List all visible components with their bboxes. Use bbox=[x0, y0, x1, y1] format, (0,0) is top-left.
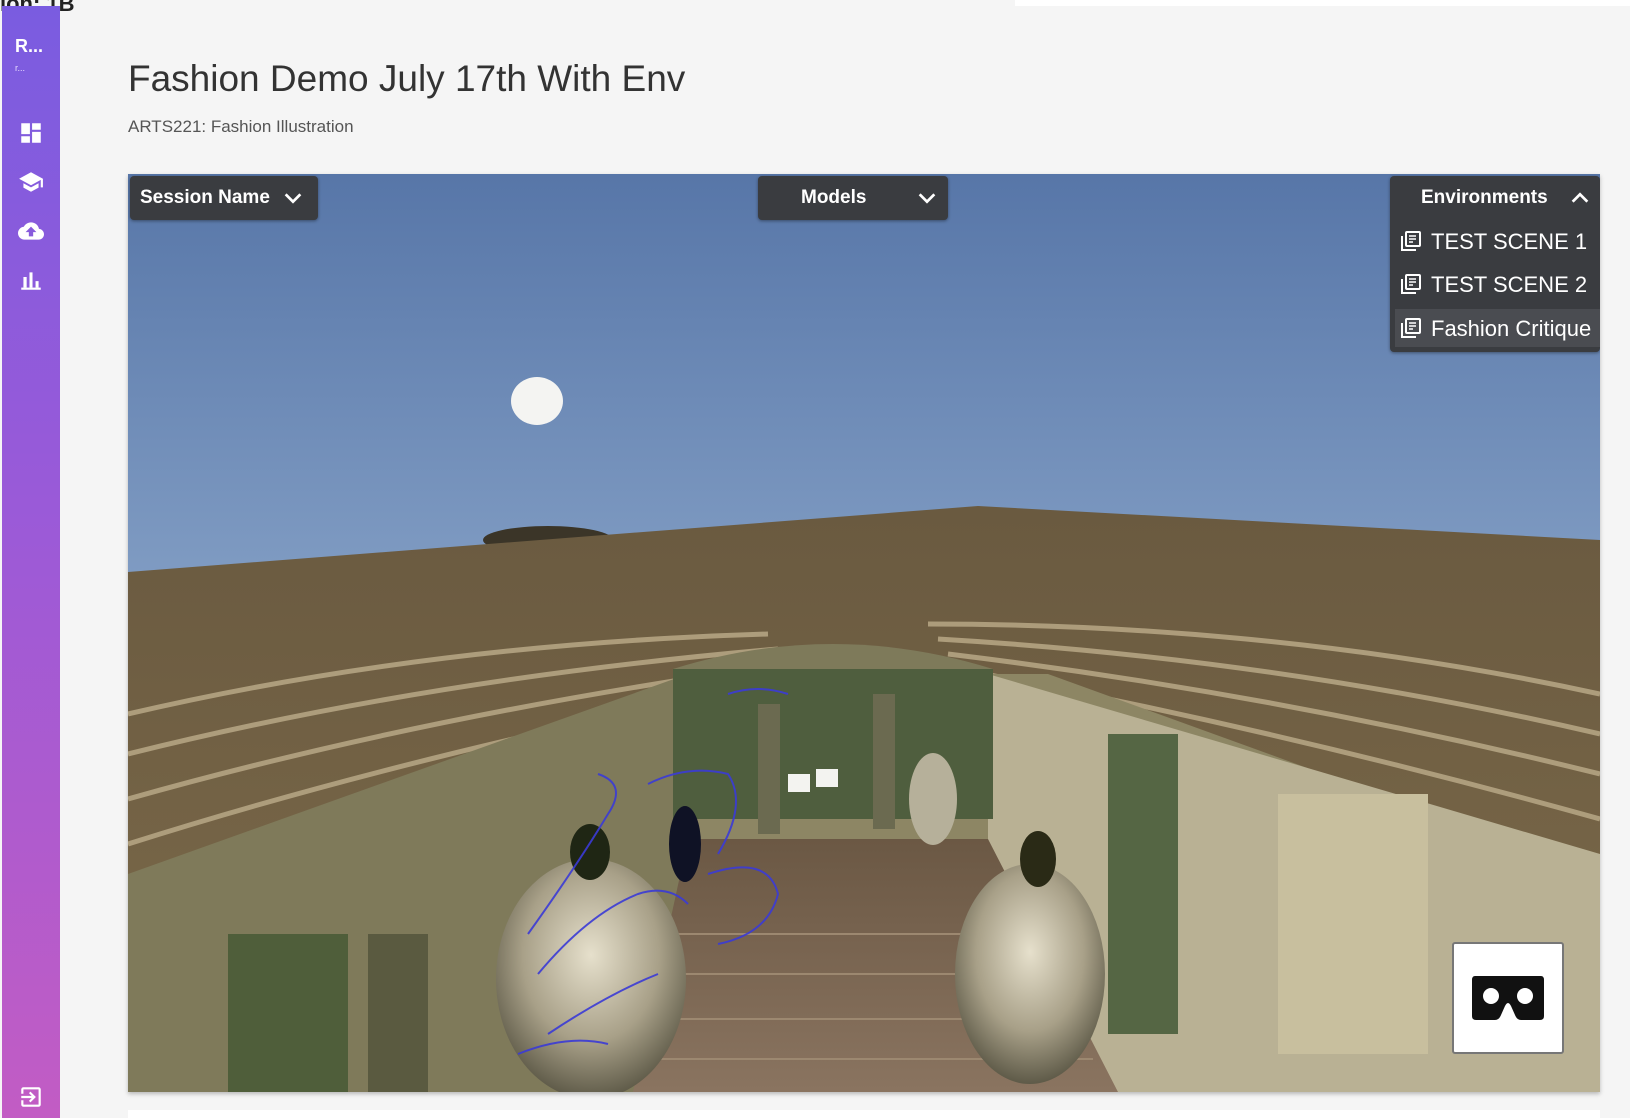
bar-chart-icon[interactable] bbox=[18, 267, 44, 293]
scene-render bbox=[128, 174, 1600, 1092]
library-icon bbox=[1401, 231, 1421, 251]
chevron-down-icon bbox=[918, 193, 936, 204]
environments-dropdown[interactable]: Environments TEST SCENE 1 TEST SCENE 2 F… bbox=[1390, 176, 1600, 352]
library-icon bbox=[1401, 318, 1421, 338]
top-edge-strip bbox=[1015, 0, 1630, 6]
library-icon bbox=[1401, 274, 1421, 294]
environment-option-label: TEST SCENE 1 bbox=[1431, 229, 1588, 254]
environment-option[interactable]: TEST SCENE 1 bbox=[1395, 222, 1600, 260]
session-name-label: Session Name bbox=[140, 187, 270, 208]
sidebar-brand-subtitle: r... bbox=[15, 63, 26, 73]
environment-option-label: TEST SCENE 2 bbox=[1431, 272, 1588, 297]
dashboard-icon[interactable] bbox=[18, 120, 44, 146]
page-title: Fashion Demo July 17th With Env bbox=[128, 58, 686, 99]
vr-scene-viewport[interactable]: Session Name Models Environments TEST SC… bbox=[128, 174, 1600, 1092]
environment-option-label: Fashion Critique bbox=[1431, 316, 1592, 341]
models-dropdown[interactable]: Models bbox=[758, 176, 948, 220]
models-label: Models bbox=[801, 187, 867, 208]
sidebar: R... r... bbox=[2, 6, 60, 1118]
enter-vr-button[interactable] bbox=[1452, 942, 1564, 1054]
environment-option[interactable]: TEST SCENE 2 bbox=[1395, 265, 1600, 303]
environment-option-selected[interactable]: Fashion Critique bbox=[1395, 309, 1600, 347]
chevron-up-icon[interactable] bbox=[1569, 187, 1591, 209]
course-subtitle: ARTS221: Fashion Illustration bbox=[128, 117, 354, 136]
cloud-upload-icon[interactable] bbox=[18, 218, 44, 244]
cardboard-vr-icon bbox=[1472, 976, 1544, 1020]
environments-label: Environments bbox=[1421, 187, 1548, 208]
chevron-down-icon bbox=[284, 193, 302, 204]
session-name-dropdown[interactable]: Session Name bbox=[130, 176, 318, 220]
viewport-bottom-strip bbox=[128, 1110, 1600, 1118]
exit-icon[interactable] bbox=[18, 1084, 44, 1110]
school-icon[interactable] bbox=[18, 169, 44, 195]
sidebar-brand[interactable]: R... bbox=[15, 36, 43, 57]
